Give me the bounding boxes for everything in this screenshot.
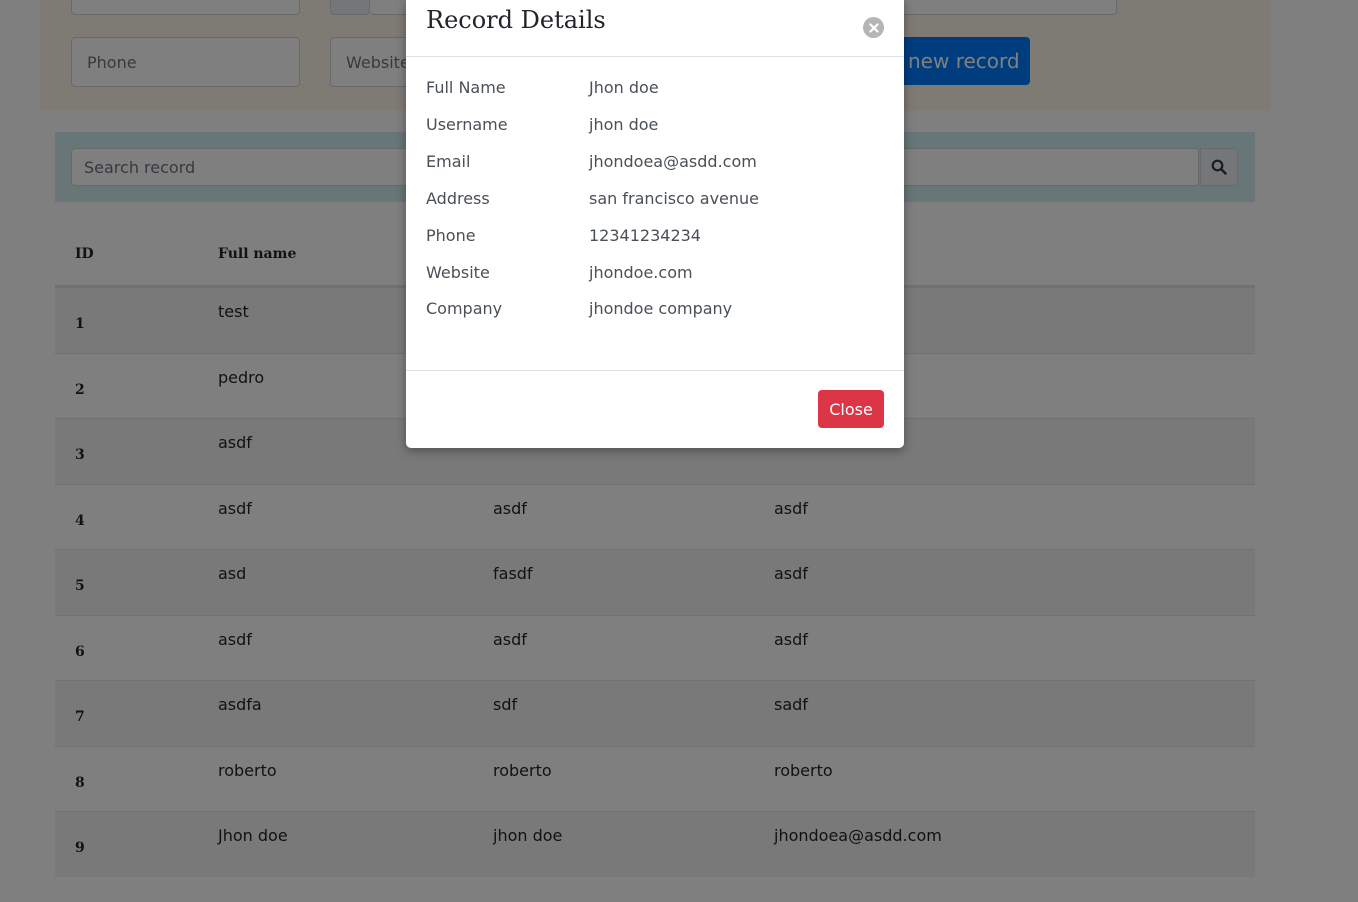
- modal-footer: Close: [406, 370, 904, 447]
- detail-value: jhondoea@asdd.com: [589, 151, 757, 171]
- detail-label: Company: [426, 299, 503, 319]
- detail-label: Website: [426, 262, 490, 282]
- detail-label: Email: [426, 151, 471, 171]
- detail-value: Jhon doe: [589, 78, 659, 97]
- detail-label: Phone: [426, 225, 476, 245]
- modal-title: Record Details: [426, 6, 606, 34]
- detail-value: jhon doe: [589, 114, 659, 134]
- close-circle-icon[interactable]: [863, 17, 884, 38]
- detail-value: 12341234234: [589, 225, 701, 245]
- record-details-modal: Record Details Full Name Jhon doe Username…: [406, 0, 904, 448]
- detail-value: jhondoe company: [589, 299, 733, 319]
- detail-value: san francisco avenue: [589, 188, 760, 208]
- detail-value: jhondoe.com: [589, 262, 693, 282]
- close-button[interactable]: Close: [818, 390, 884, 428]
- page: new record ID Full name 1test2pedro3asdf…: [0, 0, 1358, 902]
- modal-header: Record Details: [406, 0, 904, 57]
- detail-label: Username: [426, 114, 508, 134]
- modal-body: Full Name Jhon doe Username jhon doe Email jh…: [406, 57, 904, 370]
- detail-label: Full Name: [426, 78, 506, 97]
- detail-label: Address: [426, 188, 490, 208]
